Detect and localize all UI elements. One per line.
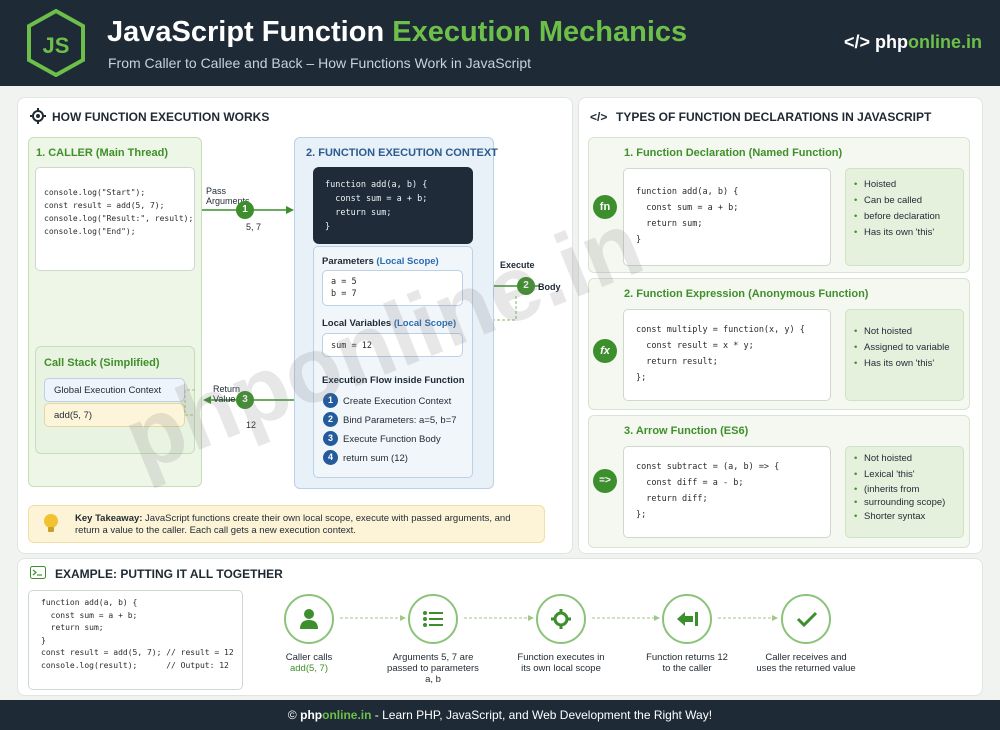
gear-icon bbox=[551, 609, 571, 629]
footer: © phponline.in - Learn PHP, JavaScript, … bbox=[0, 700, 1000, 730]
step-arrows bbox=[340, 615, 778, 621]
step-arguments-text: Arguments 5, 7 are passed to parameters a,… bbox=[387, 652, 479, 685]
step-caller-circle bbox=[284, 594, 334, 644]
step-caller-text: Caller calls add(5, 7) bbox=[285, 652, 333, 674]
check-icon bbox=[796, 611, 818, 628]
step-executes-circle bbox=[536, 594, 586, 644]
step-executes-text: Function executes in its own local scope bbox=[517, 652, 605, 674]
user-icon bbox=[300, 609, 318, 629]
return-icon bbox=[677, 612, 698, 626]
list-icon bbox=[423, 611, 443, 627]
step-returns-circle bbox=[662, 594, 712, 644]
step-returns-text: Function returns 12 to the caller bbox=[646, 652, 728, 674]
step-receives-text: Caller receives and uses the returned val… bbox=[756, 652, 856, 674]
step-arguments-circle bbox=[408, 594, 458, 644]
footer-text: © phponline.in - Learn PHP, JavaScript, … bbox=[287, 708, 713, 722]
step-receives-circle bbox=[781, 594, 831, 644]
